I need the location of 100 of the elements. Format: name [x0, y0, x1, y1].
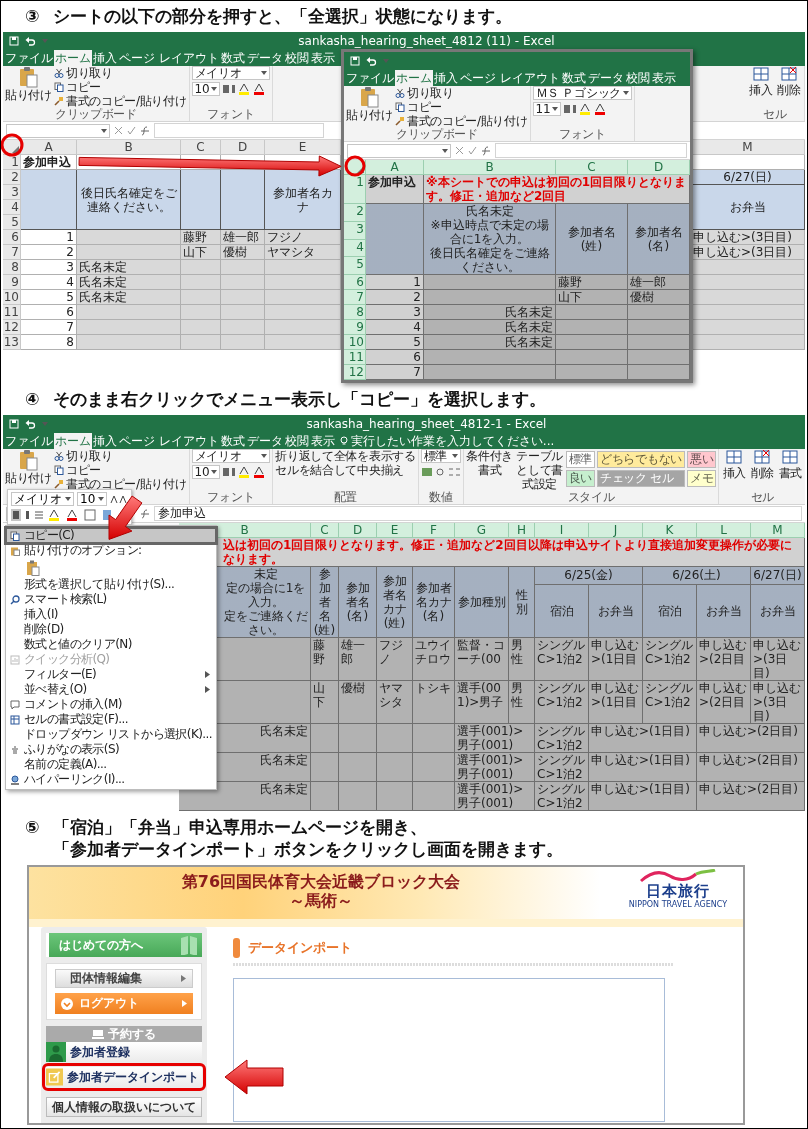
ribbon-tab[interactable]: ページ レイアウト	[118, 50, 220, 66]
menu-item[interactable]: 並べ替え(O)	[6, 682, 216, 697]
ribbon-tab[interactable]: 表示	[309, 433, 336, 449]
ribbon-command[interactable]: 切り取り	[53, 449, 187, 463]
paste-button[interactable]: 貼り付け	[346, 86, 393, 128]
row-header: 2	[344, 204, 366, 222]
font-size-field[interactable]: 10	[77, 492, 108, 506]
ribbon-command[interactable]: 書式のコピー/貼り付け	[394, 114, 528, 128]
font-name-field[interactable]: メイリオ	[191, 449, 271, 463]
ribbon-tab[interactable]: データ	[586, 70, 625, 86]
column-header: E	[377, 523, 413, 538]
ribbon-command[interactable]: コピー	[394, 100, 528, 114]
ribbon-tab[interactable]: ホーム	[54, 433, 92, 449]
cell-style-tile[interactable]: 悪い	[686, 451, 717, 468]
ribbon-tab[interactable]: ファイル	[345, 70, 395, 86]
mini-toolbar-menu[interactable]: メイリオ 10	[7, 489, 133, 525]
sidebar-item[interactable]: 参加者データインポート	[46, 1067, 202, 1087]
menu-item[interactable]: コメントの挿入(M)	[6, 697, 216, 712]
sheet-cell: シングルC>1泊2	[535, 782, 589, 811]
ribbon-tab[interactable]: 表示	[309, 50, 336, 66]
cell-style-tile[interactable]: 標準	[565, 451, 596, 468]
menu-item[interactable]: 数式と値のクリア(N)	[6, 637, 216, 652]
ribbon-tab[interactable]: 数式	[219, 433, 246, 449]
ribbon-tab[interactable]: 数式	[560, 70, 587, 86]
menu-item[interactable]: 挿入(I)	[6, 607, 216, 622]
ribbon-command[interactable]: コピー	[53, 463, 187, 477]
sheet-cell: 1	[366, 275, 424, 290]
ribbon-tab[interactable]: 校閲	[624, 70, 651, 86]
sidebar-item[interactable]: 参加者登録	[46, 1042, 202, 1062]
ribbon-command[interactable]: 条件付き書式	[465, 449, 514, 491]
ribbon-command[interactable]: 削除	[749, 449, 776, 491]
font-name-field[interactable]: メイリオ	[191, 66, 271, 80]
sheet-cell	[181, 170, 221, 230]
ribbon-command[interactable]: テーブルとして書式設定	[515, 449, 564, 491]
menu-item[interactable]: セルの書式設定(F)...	[6, 712, 216, 727]
sheet-cell: 宿泊	[535, 584, 589, 638]
cell-style-tile[interactable]: 良い	[565, 470, 596, 487]
ribbon-tab[interactable]: ファイル	[4, 50, 54, 66]
column-header: J	[589, 523, 643, 538]
ribbon-tab[interactable]: 数式	[219, 50, 246, 66]
ribbon-command[interactable]: 切り取り	[53, 66, 187, 80]
paste-option-button[interactable]	[26, 559, 40, 576]
row-header: 10	[3, 290, 21, 305]
ribbon-tab[interactable]: データ	[245, 433, 284, 449]
ribbon-tab[interactable]: 校閲	[283, 433, 310, 449]
ribbon-command[interactable]: セルを結合して中央揃え	[275, 463, 416, 477]
ribbon-tab[interactable]: 表示	[650, 70, 677, 86]
ribbon-command[interactable]: 書式	[777, 449, 804, 491]
ribbon-tab[interactable]: ページ レイアウト	[118, 433, 220, 449]
menu-item[interactable]: 形式を選択して貼り付け(S)...	[6, 577, 216, 592]
group-label: 数値	[427, 491, 454, 504]
cell-style-tile[interactable]: どちらでもない	[597, 451, 685, 468]
ribbon-tab[interactable]: 挿入	[92, 50, 118, 66]
ribbon-command[interactable]: 折り返して全体を表示する	[275, 449, 416, 463]
caret-icon	[211, 470, 218, 474]
font-size-field[interactable]: 11	[532, 102, 562, 116]
triangle-right-icon	[182, 1000, 187, 1007]
tell-me-field[interactable]: 実行したい作業を入力してください...	[335, 433, 555, 449]
menu-item[interactable]: フィルター(E)	[6, 667, 216, 682]
paste-button[interactable]: 貼り付け	[5, 66, 52, 108]
formula-field[interactable]	[495, 143, 687, 158]
privacy-button[interactable]: 個人情報の取扱いについて	[46, 1097, 202, 1117]
formula-field[interactable]: 参加申込	[154, 506, 802, 521]
ribbon-tab[interactable]: ホーム	[54, 50, 92, 66]
name-box[interactable]	[6, 123, 110, 138]
edit-group-button[interactable]: 団体情報編集	[55, 969, 193, 988]
sheet-cell: 6/25(金)	[535, 567, 643, 585]
menu-item[interactable]: スマート検索(L)	[6, 592, 216, 607]
font-size-field[interactable]: 10	[191, 465, 221, 479]
formula-field[interactable]	[154, 123, 324, 138]
sheet-cell	[221, 320, 265, 335]
ribbon-tab[interactable]: ホーム	[395, 70, 433, 86]
sheet-cell	[221, 290, 265, 305]
ribbon-tab[interactable]: 校閲	[283, 50, 310, 66]
ribbon-tab[interactable]: ページ レイアウト	[459, 70, 561, 86]
menu-item[interactable]: 削除(D)	[6, 622, 216, 637]
sheet-cell: 氏名未定	[424, 305, 556, 320]
menu-item[interactable]: コピー(C)	[6, 528, 216, 543]
name-box[interactable]	[347, 143, 451, 158]
ribbon-tab[interactable]: 挿入	[433, 70, 459, 86]
ribbon-command[interactable]: 書式のコピー/貼り付け	[53, 477, 187, 491]
ribbon-tab[interactable]: 挿入	[92, 433, 118, 449]
number-format-field[interactable]: 標準	[420, 449, 461, 463]
font-name-field[interactable]: ＭＳ Ｐゴシック	[532, 86, 632, 100]
ribbon-command[interactable]: コピー	[53, 80, 187, 94]
sheet-cell: 申し込む>(1日目	[589, 638, 643, 681]
ribbon-command[interactable]: 削除	[776, 66, 802, 108]
sheet-cell: 優樹	[339, 681, 377, 724]
sheet-cell: 氏名未定	[424, 335, 556, 350]
font-name-field[interactable]: メイリオ	[11, 492, 74, 506]
ribbon-command[interactable]: 挿入	[721, 449, 748, 491]
ribbon-command[interactable]: 書式のコピー/貼り付け	[53, 94, 187, 108]
ribbon-command[interactable]: 切り取り	[394, 86, 528, 100]
brush-icon	[53, 479, 64, 489]
font-size-field[interactable]: 10	[191, 82, 221, 96]
cell-style-tile[interactable]: メモ	[686, 470, 717, 487]
ribbon-command[interactable]: 挿入	[748, 66, 774, 108]
sheet-cell: 4	[366, 320, 424, 335]
ribbon-tab[interactable]: データ	[245, 50, 284, 66]
ribbon-tab[interactable]: ファイル	[4, 433, 54, 449]
